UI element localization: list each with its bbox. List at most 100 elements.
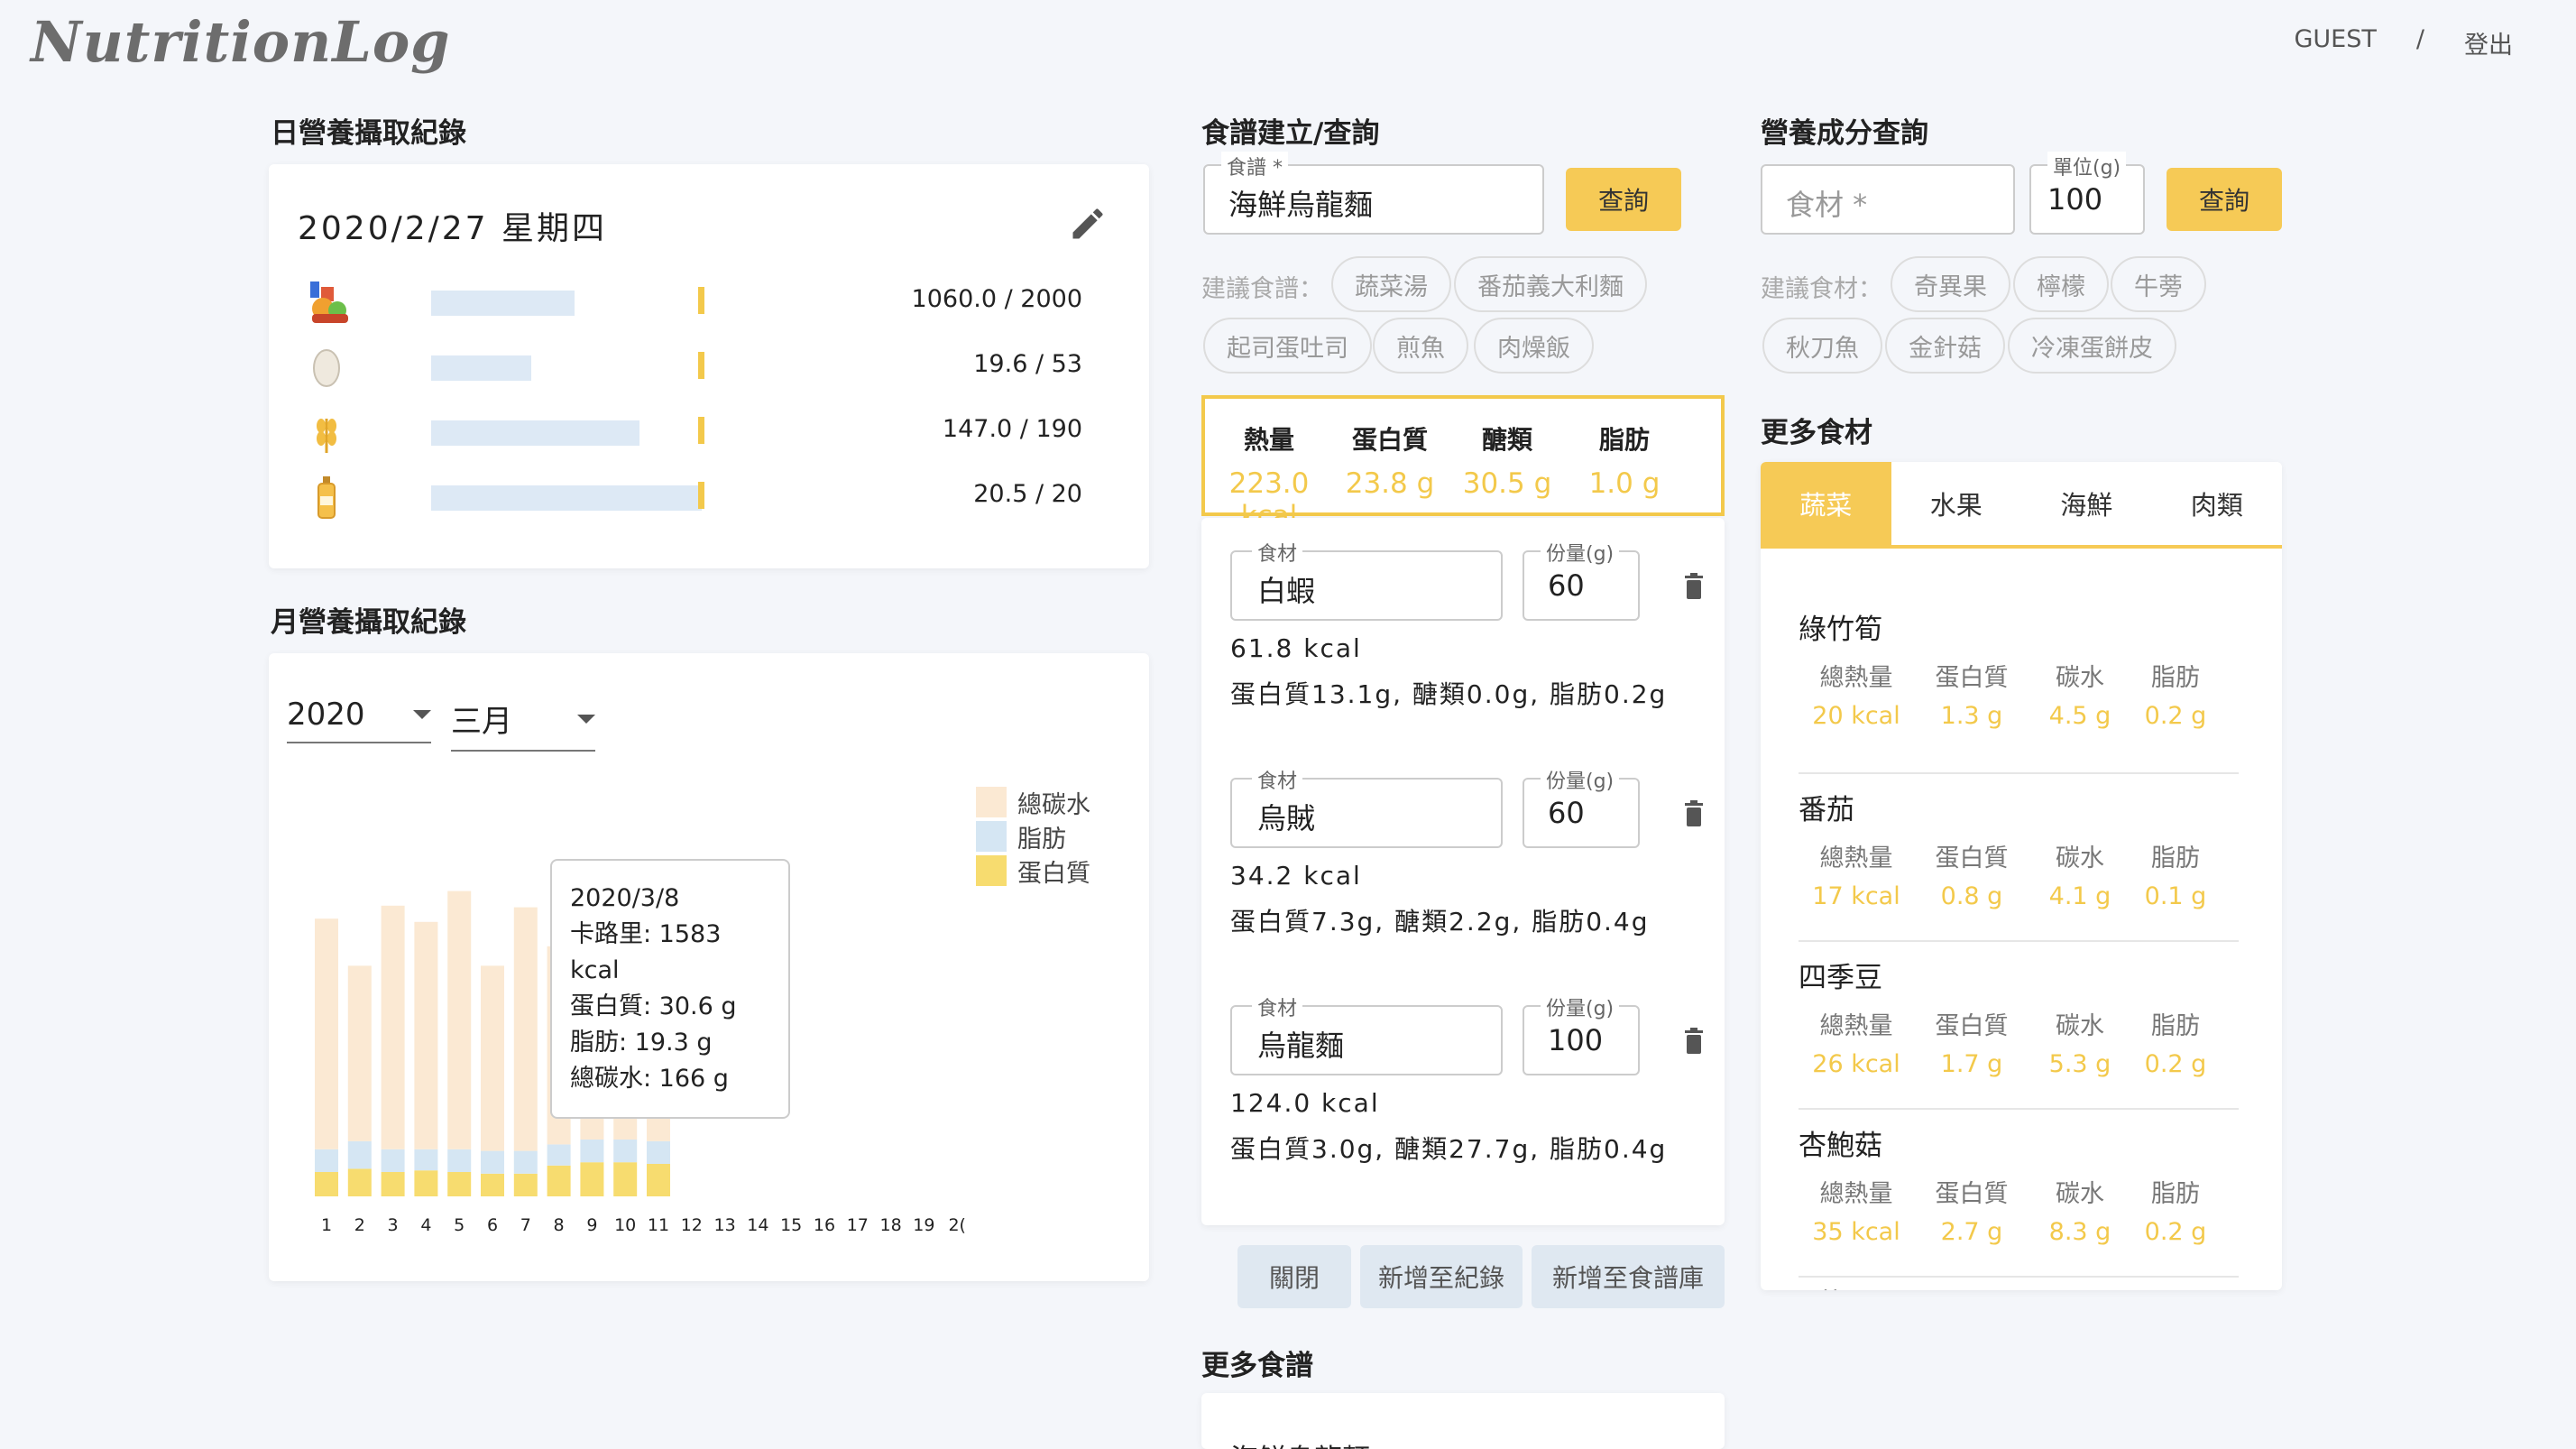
unit-field[interactable]: 單位(g) 100 [2029,152,2145,235]
food-header: 碳水 [2056,1180,2104,1208]
food-header: 碳水 [2056,1012,2104,1040]
recipe-chip[interactable]: 番茄義大利麵 [1454,256,1647,312]
ingredient-amount-field[interactable]: 份量(g) 100 [1523,992,1640,1075]
recipe-chip[interactable]: 煎魚 [1373,318,1468,374]
recipe-name-field[interactable]: 食譜 * 海鮮烏龍麵 [1203,152,1544,235]
trash-icon[interactable] [1683,799,1705,828]
tooltip-protein: 蛋白質: 30.6 g [570,992,737,1020]
user-label[interactable]: GUEST [2295,25,2377,60]
x-tick-label: 2( [948,1215,966,1235]
legend-swatch [976,821,1007,852]
bar-segment[interactable] [381,1172,405,1196]
bar-segment[interactable] [414,921,438,1149]
food-header: 總熱量 [1819,664,1893,692]
food-value: 26 kcal [1812,1050,1900,1078]
bar-segment[interactable] [381,1149,405,1172]
bar-segment[interactable] [647,1164,670,1196]
food-header: 總熱量 [1819,844,1893,872]
bar-segment[interactable] [613,1162,638,1196]
food-item[interactable]: 綠竹筍 總熱量 蛋白質 碳水 脂肪 20 kcal 1.3 g 4.5 g 0.… [1799,606,2239,774]
bar-segment[interactable] [447,1149,472,1172]
unit-value: 100 [2047,182,2103,217]
food-header: 碳水 [2056,664,2104,692]
ingredient-name-field[interactable]: 食材 烏龍麵 [1230,992,1503,1075]
goal-marker [698,287,704,314]
food-chip[interactable]: 金針菇 [1885,318,2005,374]
more-foods-card: 蔬菜 水果 海鮮 肉類 綠竹筍 總熱量 蛋白質 碳水 脂肪 20 kcal 1.… [1761,462,2282,1290]
summary-label: 熱量 [1243,425,1294,455]
ingredient-amount-field[interactable]: 份量(g) 60 [1523,538,1640,621]
food-item-partial[interactable]: 茄子 [1817,1281,1872,1290]
recipe-chip[interactable]: 蔬菜湯 [1331,256,1451,312]
summary-calories: 熱量 223.0 kcal [1214,420,1324,532]
food-item[interactable]: 杏鮑菇 總熱量 蛋白質 碳水 脂肪 35 kcal 2.7 g 8.3 g 0.… [1799,1110,2239,1278]
food-nutrients: 總熱量 蛋白質 碳水 脂肪 17 kcal 0.8 g 4.1 g 0.1 g [1799,838,2239,910]
tab-fruits[interactable]: 水果 [1891,462,2021,545]
bar-segment[interactable] [347,1168,372,1196]
food-search-field[interactable]: 食材 * [1761,164,2015,235]
tab-meat[interactable]: 肉類 [2151,462,2282,545]
bar-segment[interactable] [547,1144,571,1166]
monthly-card: 2020 三月 1 2 3 4 5 6 7 8 9 10 11 12 13 14 15 16 17 18 19 2( … [269,653,1149,1281]
trash-icon[interactable] [1683,1027,1705,1056]
add-to-recipe-library-button[interactable]: 新增至食譜庫 [1532,1245,1725,1308]
bar-segment[interactable] [414,1170,438,1196]
food-item[interactable]: 番茄 總熱量 蛋白質 碳水 脂肪 17 kcal 0.8 g 4.1 g 0.1… [1799,774,2239,942]
bar-segment[interactable] [447,891,472,1149]
ingredient-name-field[interactable]: 食材 烏賊 [1230,765,1503,848]
tab-vegetables[interactable]: 蔬菜 [1761,462,1891,545]
bar-segment[interactable] [613,1140,638,1163]
close-button[interactable]: 關閉 [1237,1245,1351,1308]
food-chip[interactable]: 牛蒡 [2111,256,2206,312]
ingredient-detail: 蛋白質13.1g, 醣類0.0g, 脂肪0.2g [1230,679,1668,709]
bar-segment[interactable] [481,965,504,1151]
nutrient-bar [431,420,639,446]
bar-segment[interactable] [547,1165,571,1196]
ingredient-name-field[interactable]: 食材 白蝦 [1230,538,1503,621]
ingredient-amount-field[interactable]: 份量(g) 60 [1523,765,1640,848]
food-chip[interactable]: 檸檬 [2013,256,2109,312]
bar-segment[interactable] [513,907,538,1151]
bar-segment[interactable] [414,1149,438,1171]
unit-field-label: 單位(g) [2047,152,2127,180]
recipe-chip[interactable]: 肉燥飯 [1474,318,1594,374]
bar-segment[interactable] [481,1150,504,1174]
bar-segment[interactable] [580,1162,604,1196]
legend-label: 蛋白質 [1017,859,1090,888]
bar-segment[interactable] [347,1140,372,1169]
add-to-record-button[interactable]: 新增至紀錄 [1360,1245,1523,1308]
month-select[interactable]: 三月 [451,697,595,752]
bar-segment[interactable] [381,905,405,1149]
nutrition-query-button[interactable]: 查詢 [2167,168,2282,231]
tab-seafood[interactable]: 海鮮 [2021,462,2152,545]
bar-segment[interactable] [315,918,338,1149]
recipe-query-button[interactable]: 查詢 [1566,168,1681,231]
food-icon [310,281,348,323]
bar-segment[interactable] [647,1140,670,1164]
logout-link[interactable]: 登出 [2464,25,2513,60]
bar-segment[interactable] [347,965,372,1141]
year-select[interactable]: 2020 [287,697,431,743]
bar-segment[interactable] [580,1140,604,1163]
trash-icon[interactable] [1683,572,1705,601]
food-name: 綠竹筍 [1799,614,1882,646]
recipe-chip[interactable]: 起司蛋吐司 [1203,318,1372,374]
bar-segment[interactable] [513,1150,538,1174]
food-chip[interactable]: 秋刀魚 [1762,318,1882,374]
bar-segment[interactable] [513,1173,538,1196]
food-item[interactable]: 四季豆 總熱量 蛋白質 碳水 脂肪 26 kcal 1.7 g 5.3 g 0.… [1799,942,2239,1110]
food-chip[interactable]: 冷凍蛋餅皮 [2008,318,2176,374]
bar-segment[interactable] [447,1172,472,1196]
chevron-down-icon [577,714,595,724]
bar-segment[interactable] [481,1173,504,1196]
app-logo[interactable]: NutritionLog [31,9,451,75]
legend-label: 總碳水 [1017,790,1090,819]
bar-segment[interactable] [315,1172,338,1196]
nutrient-row-calories: 1060.0 / 2000 [269,274,1149,328]
amount-field-label: 份量(g) [1541,992,1620,1021]
edit-pencil-icon[interactable] [1068,204,1108,244]
bar-segment[interactable] [315,1149,338,1172]
food-chip[interactable]: 奇異果 [1891,256,2010,312]
x-tick-label: 11 [648,1215,669,1235]
more-recipe-item[interactable]: 海鮮烏龍麵 [1230,1436,1370,1449]
